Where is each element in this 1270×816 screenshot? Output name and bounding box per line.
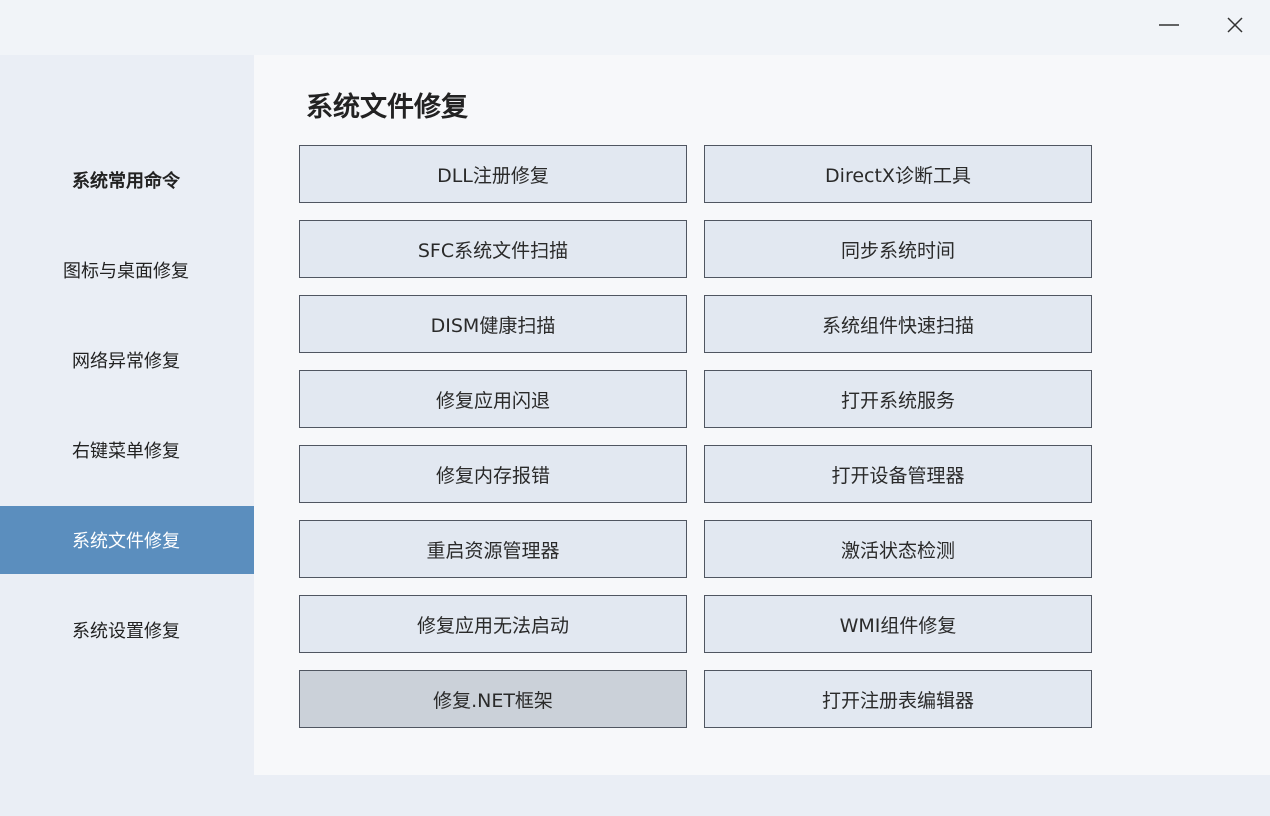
sidebar-item-system-settings-repair[interactable]: 系统设置修复 [0, 596, 254, 664]
sidebar-item-label: 网络异常修复 [72, 351, 180, 372]
sidebar-item-common-commands[interactable]: 系统常用命令 [0, 146, 254, 214]
sidebar-item-icon-desktop-repair[interactable]: 图标与桌面修复 [0, 236, 254, 304]
minimize-icon [1159, 24, 1179, 26]
sidebar-item-label: 右键菜单修复 [72, 441, 180, 462]
sidebar-item-label: 系统常用命令 [72, 171, 180, 192]
close-button[interactable] [1215, 5, 1255, 45]
main-content: 系统文件修复 DLL注册修复 DirectX诊断工具 SFC系统文件扫描 同步系… [254, 55, 1270, 775]
dism-scan-button[interactable]: DISM健康扫描 [299, 295, 687, 353]
wmi-repair-button[interactable]: WMI组件修复 [704, 595, 1092, 653]
app-launch-repair-button[interactable]: 修复应用无法启动 [299, 595, 687, 653]
dotnet-repair-button[interactable]: 修复.NET框架 [299, 670, 687, 728]
close-icon [1227, 17, 1243, 33]
dll-register-repair-button[interactable]: DLL注册修复 [299, 145, 687, 203]
component-quick-scan-button[interactable]: 系统组件快速扫描 [704, 295, 1092, 353]
sidebar-item-label: 图标与桌面修复 [63, 261, 189, 282]
app-crash-repair-button[interactable]: 修复应用闪退 [299, 370, 687, 428]
sidebar: 系统常用命令 图标与桌面修复 网络异常修复 右键菜单修复 系统文件修复 系统设置… [0, 55, 254, 816]
open-regedit-button[interactable]: 打开注册表编辑器 [704, 670, 1092, 728]
sidebar-item-label: 系统文件修复 [72, 531, 180, 552]
sfc-scan-button[interactable]: SFC系统文件扫描 [299, 220, 687, 278]
sidebar-item-context-menu-repair[interactable]: 右键菜单修复 [0, 416, 254, 484]
sidebar-item-network-repair[interactable]: 网络异常修复 [0, 326, 254, 394]
directx-diagnostic-button[interactable]: DirectX诊断工具 [704, 145, 1092, 203]
open-services-button[interactable]: 打开系统服务 [704, 370, 1092, 428]
sidebar-item-label: 系统设置修复 [72, 621, 180, 642]
open-device-manager-button[interactable]: 打开设备管理器 [704, 445, 1092, 503]
page-title: 系统文件修复 [306, 92, 468, 123]
restart-explorer-button[interactable]: 重启资源管理器 [299, 520, 687, 578]
sidebar-item-system-file-repair[interactable]: 系统文件修复 [0, 506, 254, 574]
title-bar [0, 0, 1270, 55]
sync-time-button[interactable]: 同步系统时间 [704, 220, 1092, 278]
memory-error-repair-button[interactable]: 修复内存报错 [299, 445, 687, 503]
minimize-button[interactable] [1149, 5, 1189, 45]
activation-check-button[interactable]: 激活状态检测 [704, 520, 1092, 578]
